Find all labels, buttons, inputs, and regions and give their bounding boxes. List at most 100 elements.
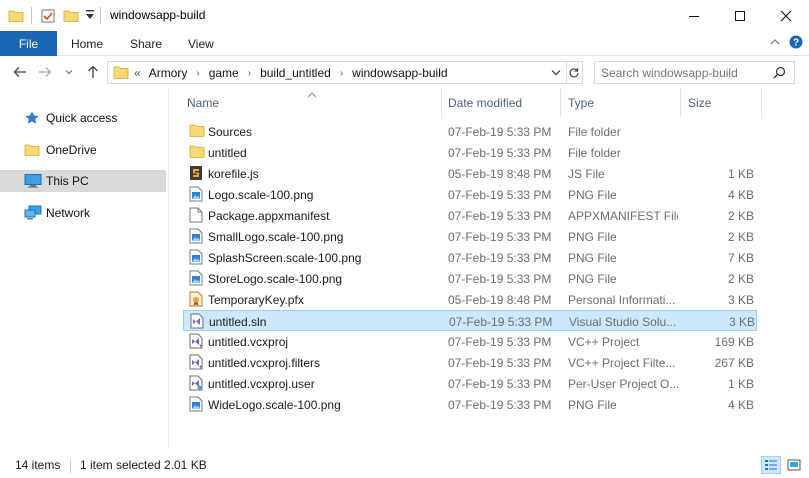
js-file-icon [189, 165, 203, 181]
sidebar-item-network[interactable]: Network [0, 202, 166, 224]
folder-icon [189, 144, 205, 160]
file-row[interactable]: untitled.sln 07-Feb-19 5:33 PM Visual Stud… [183, 310, 757, 331]
chevron-right-icon[interactable]: › [248, 68, 251, 79]
large-icons-view-icon [787, 459, 801, 471]
window-title: windowsapp-build [110, 8, 206, 22]
breadcrumb-overflow[interactable]: « [134, 66, 141, 80]
breadcrumb-windowsapp-build[interactable]: windowsapp-build [352, 66, 447, 80]
tab-file[interactable]: File [0, 31, 57, 56]
image-file-icon [189, 249, 203, 265]
file-size: 2 KB [727, 272, 754, 286]
file-size: 4 KB [727, 188, 754, 202]
certificate-icon [189, 291, 203, 307]
file-row[interactable]: SplashScreen.scale-100.png 07-Feb-19 5:33… [183, 247, 757, 268]
folder-icon [24, 142, 40, 161]
image-file-icon [189, 270, 203, 286]
column-divider[interactable] [560, 89, 561, 117]
properties-icon[interactable] [40, 8, 56, 27]
file-row[interactable]: ++ untitled.vcxproj 07-Feb-19 5:33 PM VC++ … [183, 331, 757, 352]
file-row[interactable]: StoreLogo.scale-100.png 07-Feb-19 5:33 PM… [183, 268, 757, 289]
column-divider[interactable] [761, 89, 762, 117]
file-size: 267 KB [714, 356, 754, 370]
file-type: APPXMANIFEST File [568, 209, 678, 223]
file-size: 2 KB [727, 209, 754, 223]
minimize-button[interactable] [671, 0, 717, 31]
file-type: File folder [568, 125, 621, 139]
breadcrumb-armory[interactable]: Armory [149, 66, 188, 80]
address-dropdown-icon[interactable] [551, 65, 561, 79]
file-row[interactable]: Sources 07-Feb-19 5:33 PM File folder [183, 121, 757, 142]
file-row[interactable]: Logo.scale-100.png 07-Feb-19 5:33 PM PNG F… [183, 184, 757, 205]
file-name: untitled.sln [209, 315, 267, 329]
column-divider[interactable] [680, 89, 681, 117]
selection-size: 2.01 KB [164, 458, 207, 472]
file-row[interactable]: TemporaryKey.pfx 05-Feb-19 8:48 PM Persona… [183, 289, 757, 310]
file-name: SplashScreen.scale-100.png [208, 251, 362, 265]
breadcrumb-game[interactable]: game [209, 66, 239, 80]
file-row[interactable]: SmallLogo.scale-100.png 07-Feb-19 5:33 PM… [183, 226, 757, 247]
computer-icon [24, 173, 42, 192]
svg-text:++: ++ [199, 365, 203, 370]
file-type: VC++ Project [568, 335, 640, 349]
ribbon-tabs: File Home Share View ? [0, 31, 809, 56]
file-size: 3 KB [728, 315, 755, 329]
file-size: 1 KB [727, 377, 754, 391]
file-type: Personal Informati... [568, 293, 676, 307]
search-icon[interactable] [773, 66, 786, 82]
tab-share[interactable]: Share [130, 31, 162, 56]
chevron-right-icon[interactable]: › [196, 68, 199, 79]
chevron-right-icon[interactable]: › [340, 68, 343, 79]
column-name[interactable]: Name [187, 89, 219, 117]
file-row[interactable]: WideLogo.scale-100.png 07-Feb-19 5:33 PM P… [183, 394, 757, 415]
file-name: SmallLogo.scale-100.png [208, 230, 344, 244]
column-divider[interactable] [441, 89, 442, 117]
up-button[interactable] [84, 64, 102, 80]
maximize-button[interactable] [717, 0, 763, 31]
sidebar-item-this-pc[interactable]: This PC [0, 170, 166, 192]
image-file-icon [189, 186, 203, 202]
back-button[interactable] [11, 64, 29, 80]
details-view-button[interactable] [761, 456, 781, 474]
column-size[interactable]: Size [688, 89, 711, 117]
search-box[interactable] [594, 61, 795, 84]
file-row[interactable]: untitled.vcxproj.user 07-Feb-19 5:33 PM Pe… [183, 373, 757, 394]
image-file-icon [189, 228, 203, 244]
vcxproj-icon: ++ [189, 333, 207, 350]
file-type: PNG File [568, 398, 617, 412]
file-row[interactable]: untitled 07-Feb-19 5:33 PM File folder [183, 142, 757, 163]
file-name: untitled.vcxproj.user [208, 377, 315, 391]
breadcrumb-build-untitled[interactable]: build_untitled [260, 66, 331, 80]
help-icon[interactable]: ? [789, 35, 803, 52]
new-folder-icon[interactable] [63, 8, 79, 27]
folder-icon [113, 65, 129, 83]
file-date-modified: 07-Feb-19 5:33 PM [448, 188, 552, 202]
column-date-modified[interactable]: Date modified [448, 89, 522, 117]
file-name: Package.appxmanifest [208, 209, 330, 223]
search-input[interactable] [601, 64, 771, 81]
recent-locations-button[interactable] [63, 64, 75, 80]
address-bar[interactable]: « Armory › game › build_untitled › windo… [107, 61, 567, 84]
file-size: 4 KB [727, 398, 754, 412]
expand-ribbon-icon[interactable] [769, 36, 781, 51]
file-row[interactable]: Package.appxmanifest 07-Feb-19 5:33 PM APP… [183, 205, 757, 226]
title-divider [100, 7, 101, 24]
star-icon [24, 110, 40, 129]
file-name: WideLogo.scale-100.png [208, 398, 341, 412]
status-bar: 14 items 1 item selected 2.01 KB [0, 452, 809, 478]
customize-toolbar-icon[interactable] [85, 9, 95, 24]
file-name: Logo.scale-100.png [208, 188, 314, 202]
refresh-icon [569, 67, 579, 78]
large-icons-view-button[interactable] [784, 456, 804, 474]
refresh-button[interactable] [566, 61, 583, 84]
tab-home[interactable]: Home [71, 31, 103, 56]
file-row[interactable]: ++ untitled.vcxproj.filters 07-Feb-19 5:33… [183, 352, 757, 373]
sidebar-item-onedrive[interactable]: OneDrive [0, 139, 166, 161]
column-type[interactable]: Type [568, 89, 594, 117]
forward-button[interactable] [36, 64, 54, 80]
sidebar-item-quick-access[interactable]: Quick access [0, 107, 166, 129]
vcxproj-icon: ++ [189, 354, 207, 371]
file-row[interactable]: korefile.js 05-Feb-19 8:48 PM JS File 1 KB [183, 163, 757, 184]
close-button[interactable] [763, 0, 809, 31]
tab-view[interactable]: View [188, 31, 214, 56]
file-date-modified: 05-Feb-19 8:48 PM [448, 293, 552, 307]
